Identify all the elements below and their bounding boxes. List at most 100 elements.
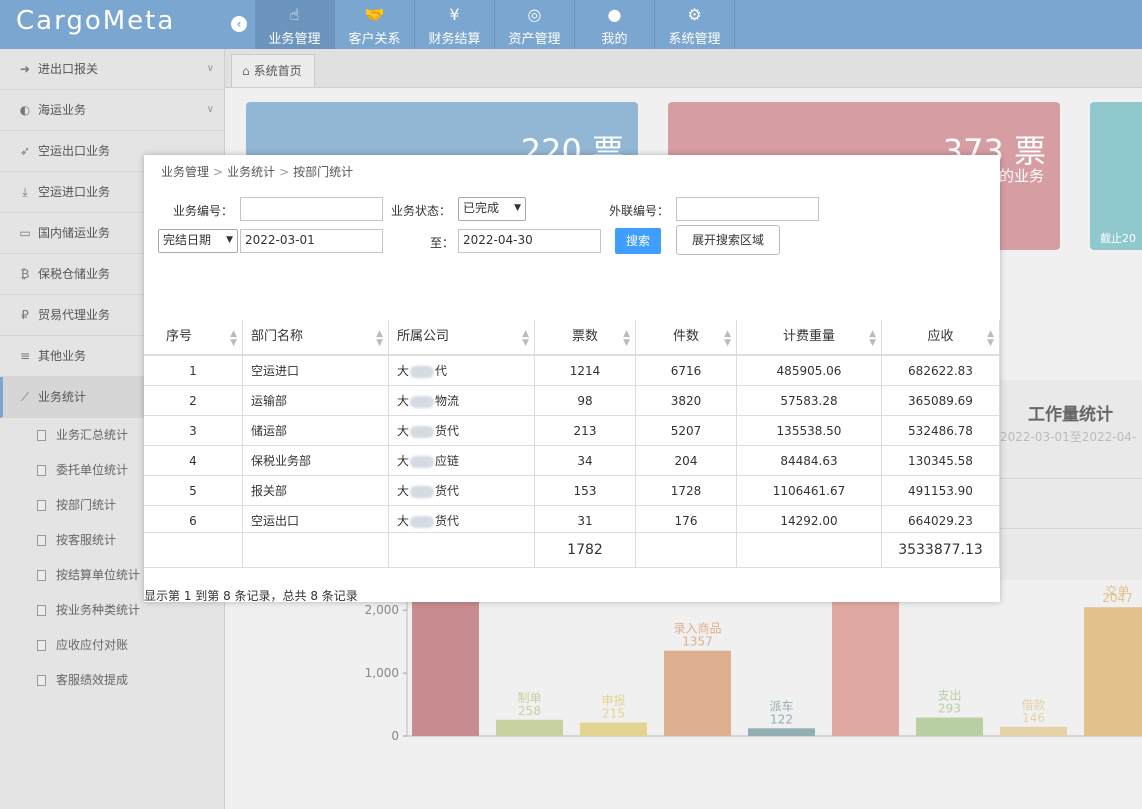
gear-icon: ⚙ [687,5,702,24]
y-tick-label: 2,000 [365,603,399,617]
car-icon: ▭ [19,226,31,240]
column-header-pieces[interactable]: 件数 ▲ ▼ [636,320,737,354]
sign-in-icon: ➜ [19,62,31,76]
topnav-assets[interactable]: ◎ 资产管理 [495,0,575,49]
sidebar-item-customs[interactable]: ➜ 进出口报关 ∨ [0,49,224,90]
chart-data-label: 258 [518,704,541,718]
table-row[interactable]: 5 报关部 大 货代 153 1728 1106461.67 491153.90 [144,476,1000,506]
sort-icon: ▲ ▼ [623,329,630,348]
column-header-no[interactable]: 序号 ▲ ▼ [144,320,243,354]
sidebar-collapse-icon[interactable]: ‹ [231,16,247,32]
sort-icon: ▲ ▼ [376,329,383,348]
stat-card-teal[interactable]: 截止20 [1090,102,1142,250]
breadcrumb-current: 按部门统计 [293,165,354,179]
topnav-mine[interactable]: ● 我的 [575,0,655,49]
company-suffix: 货代 [435,424,460,438]
document-icon [37,465,46,476]
stat-card-date: 截止20 [1100,232,1136,245]
topnav-finance[interactable]: ¥ 财务结算 [415,0,495,49]
date-from-input[interactable]: 2022-03-01 [240,229,383,253]
cell-company: 大 货代 [389,416,535,446]
table-header: 序号 ▲ ▼ 部门名称 ▲ ▼ 所属公司 ▲ ▼ 票数 ▲ ▼ 件数 ▲ ▼ 计费重量 ▲ ▼ 应收 ▲ ▼ [144,320,1000,356]
company-prefix: 大 [397,394,410,408]
cell-no: 5 [144,476,243,506]
cell-dept: 报关部 [243,476,389,506]
document-icon [37,500,46,511]
home-icon: ⌂ [242,64,250,78]
company-prefix: 大 [397,484,410,498]
tab-bar [225,49,1142,88]
top-navigation: ☝ 业务管理 🤝 客户关系 ¥ 财务结算 ◎ 资产管理 ● 我的 ⚙ 系统管理 [255,0,735,49]
table-row[interactable]: 3 储运部 大 货代 213 5207 135538.50 532486.78 [144,416,1000,446]
external-no-input[interactable] [676,197,819,221]
sort-icon: ▲ ▼ [869,329,876,348]
column-header-company[interactable]: 所属公司 ▲ ▼ [389,320,535,354]
chart-category-label: 支出 [937,689,961,703]
sort-icon: ▲ ▼ [724,329,731,348]
company-suffix: 货代 [435,484,460,498]
chevron-down-icon: ∨ [206,63,214,74]
chevron-down-icon: ∨ [206,104,214,115]
chart-category-label: 申报 [601,692,625,707]
cell-receivable: 682622.83 [882,356,1000,386]
business-no-label: 业务编号： [173,204,234,218]
chevron-down-icon: ▼ [514,203,521,213]
cell-tickets: 213 [535,416,636,446]
footer-cell [389,533,535,567]
company-suffix: 物流 [435,394,460,408]
cell-weight: 135538.50 [737,416,882,446]
sort-icon: ▲ ▼ [522,329,529,348]
business-no-input[interactable] [240,197,383,221]
table-row[interactable]: 1 空运进口 大代 1214 6716 485905.06 682622.83 [144,356,1000,386]
app-logo[interactable]: CargoMeta [16,6,175,36]
chart-bar [664,650,731,736]
database-icon: ≡ [19,349,31,363]
expand-search-button[interactable]: 展开搜索区域 [676,225,780,255]
cell-no: 2 [144,386,243,416]
chart-bar [832,585,899,736]
cell-dept: 储运部 [243,416,389,446]
column-header-weight[interactable]: 计费重量 ▲ ▼ [737,320,882,354]
sidebar-sub-commission[interactable]: 客服绩效提成 [0,663,224,698]
topnav-system[interactable]: ⚙ 系统管理 [655,0,735,49]
user-icon: ● [607,5,622,24]
cell-tickets: 1214 [535,356,636,386]
cell-tickets: 98 [535,386,636,416]
table-row[interactable]: 6 空运出口 大 货代 31 176 14292.00 664029.23 [144,506,1000,532]
cell-receivable: 664029.23 [882,506,1000,532]
cell-company: 大 应链 [389,446,535,476]
workload-bar-chart: 01,0002,0002149258制单215申报1357录入商品122派车29… [365,585,1142,743]
sidebar-item-ocean[interactable]: ◐ 海运业务 ∨ [0,90,224,131]
cell-receivable: 532486.78 [882,416,1000,446]
date-to-input[interactable]: 2022-04-30 [458,229,601,253]
pagination-info: 显示第 1 到第 8 条记录，总共 8 条记录 [144,589,358,602]
document-icon [37,570,46,581]
topnav-business[interactable]: ☝ 业务管理 [255,0,335,49]
search-button[interactable]: 搜索 [615,228,661,254]
chart-bar [916,717,983,736]
cell-company: 大 物流 [389,386,535,416]
table-row[interactable]: 2 运输部 大 物流 98 3820 57583.28 365089.69 [144,386,1000,416]
basketball-icon: ◎ [527,5,542,24]
line-chart-icon: ⟋ [20,390,30,404]
chart-data-label: 1357 [682,635,713,649]
date-type-select[interactable]: 完结日期 ▼ [158,229,238,253]
table-body: 1 空运进口 大代 1214 6716 485905.06 682622.83 … [144,356,1000,532]
sidebar-sub-reconcile[interactable]: 应收应付对账 [0,628,224,663]
cell-tickets: 34 [535,446,636,476]
tab-home[interactable]: ⌂ 系统首页 [231,54,315,87]
table-row[interactable]: 4 保税业务部 大 应链 34 204 84484.63 130345.58 [144,446,1000,476]
breadcrumb-statistics[interactable]: 业务统计 [227,165,275,179]
redacted-mark [410,365,435,378]
column-header-tickets[interactable]: 票数 ▲ ▼ [535,320,636,354]
workload-date-range: 2022-03-01至2022-04- [1000,430,1137,444]
breadcrumb-business[interactable]: 业务管理 [161,165,209,179]
column-header-dept[interactable]: 部门名称 ▲ ▼ [243,320,389,354]
cell-pieces: 204 [636,446,737,476]
topnav-customer[interactable]: 🤝 客户关系 [335,0,415,49]
breadcrumb-separator-icon: > [279,165,290,179]
status-select[interactable]: 已完成 ▼ [458,197,526,221]
divider [1000,528,1142,529]
document-icon [37,430,46,441]
column-header-receivable[interactable]: 应收 ▲ ▼ [882,320,1000,354]
